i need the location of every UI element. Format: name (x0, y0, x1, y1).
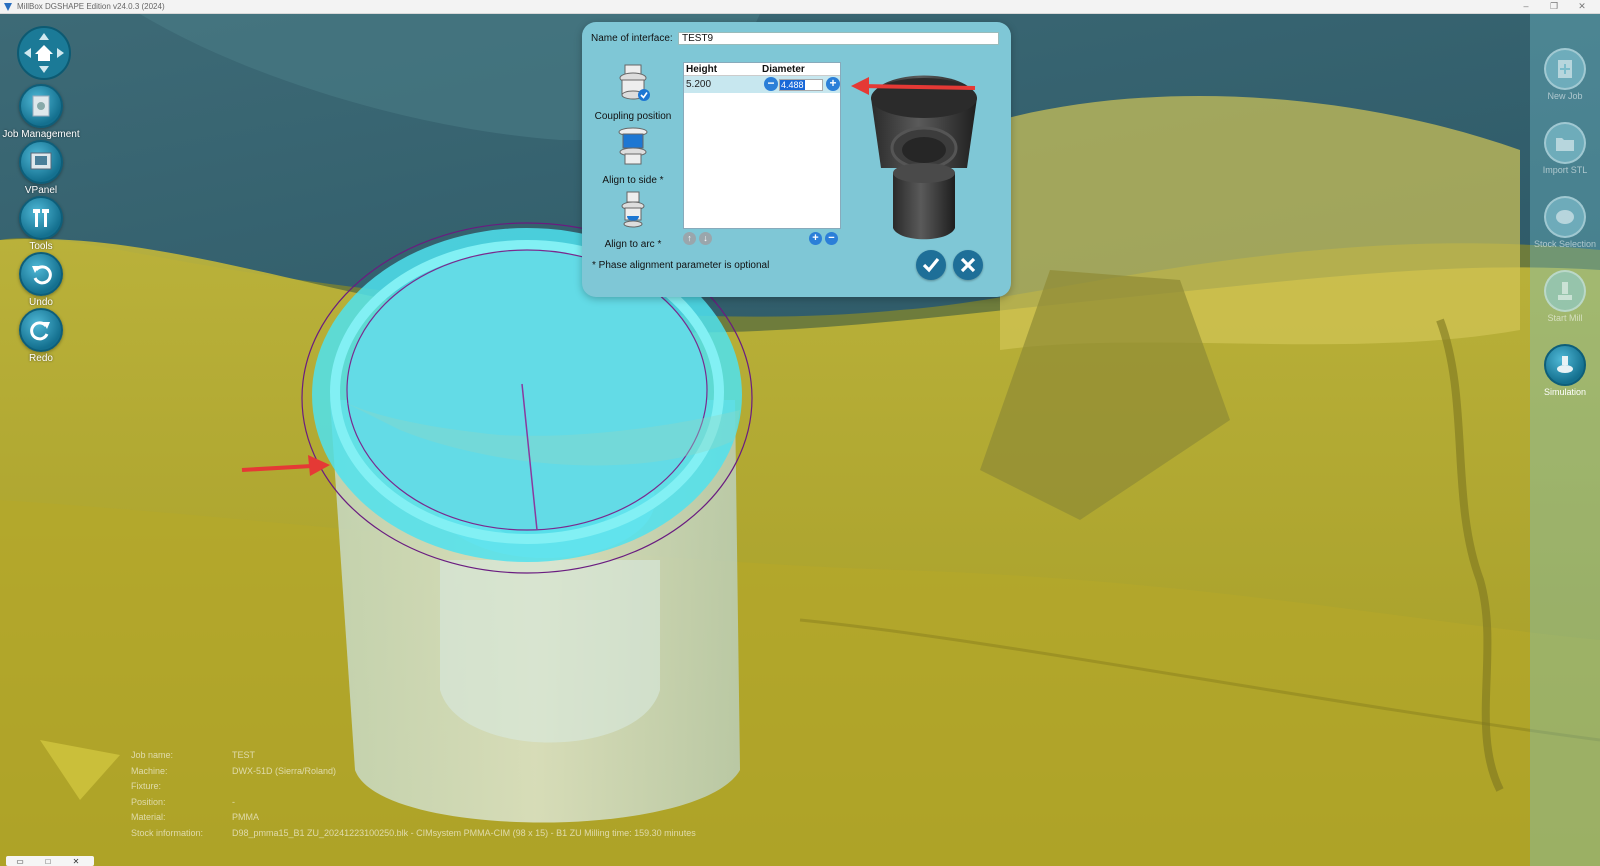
table-row[interactable]: 5.200 − 4.488 + (684, 76, 840, 93)
decrease-diameter-button[interactable]: − (764, 77, 778, 91)
undo-button[interactable]: Undo (0, 252, 82, 308)
remove-row-button[interactable]: − (825, 232, 838, 245)
vpanel-button[interactable]: VPanel (0, 140, 82, 196)
job-info-row: Machine: DWX-51D (Sierra/Roland) (131, 765, 337, 776)
job-info-row: Fixture: (131, 781, 162, 792)
align-to-arc-option[interactable]: Align to arc * (590, 190, 676, 250)
height-cell[interactable]: 5.200 (686, 79, 711, 90)
new-job-label: New Job (1547, 91, 1583, 101)
job-info-row: Job name: TEST (131, 750, 256, 760)
diameter-column-header: Diameter (762, 64, 805, 75)
start-mill-icon (1558, 282, 1572, 300)
simulation-label: Simulation (1543, 387, 1587, 397)
start-mill-button[interactable]: Start Mill (1530, 270, 1600, 323)
interface-preview-image (851, 75, 977, 240)
redo-icon (30, 321, 50, 341)
undo-label: Undo (29, 297, 53, 308)
align-to-side-option[interactable]: Align to side * (590, 126, 676, 186)
coupling-position-icon (619, 64, 650, 101)
redo-button[interactable]: Redo (0, 308, 82, 364)
stock-selection-icon (1556, 210, 1574, 224)
app-logo-icon (4, 2, 12, 11)
phase-alignment-note: * Phase alignment parameter is optional (592, 260, 770, 271)
job-info-row: Material: PMMA (131, 812, 259, 823)
job-management-label: Job Management (2, 129, 80, 140)
stock-selection-label: Stock Selection (1533, 239, 1597, 249)
import-stl-label: Import STL (1542, 165, 1588, 175)
vpanel-icon (30, 152, 52, 170)
confirm-button[interactable] (916, 250, 946, 280)
redo-label: Redo (29, 353, 53, 364)
move-row-down-button[interactable]: ↓ (699, 232, 712, 245)
window-title: MillBox DGSHAPE Edition v24.0.3 (2024) (17, 2, 165, 11)
close-window-button[interactable]: ✕ (1568, 0, 1596, 14)
coupling-position-option[interactable]: Coupling position (590, 62, 676, 122)
undo-icon (32, 265, 52, 285)
new-job-icon (1558, 60, 1572, 78)
new-job-button[interactable]: New Job (1530, 48, 1600, 101)
maximize-button[interactable]: ❐ (1540, 0, 1568, 14)
diameter-input[interactable]: 4.488 (779, 79, 823, 91)
job-info-row: Position: - (131, 796, 235, 807)
align-to-arc-icon (621, 191, 645, 228)
minimized-window-bar[interactable]: ▭ □ ✕ (6, 856, 94, 866)
add-row-button[interactable]: + (809, 232, 822, 245)
tools-button[interactable]: Tools (0, 196, 82, 252)
job-info-row: Stock information: D98_pmma15_B1 ZU_20241… (131, 827, 696, 838)
start-mill-label: Start Mill (1547, 313, 1583, 323)
close-mini-window-button[interactable]: ✕ (62, 857, 90, 866)
tools-label: Tools (29, 241, 53, 252)
title-bar: MillBox DGSHAPE Edition v24.0.3 (2024) –… (0, 0, 1600, 14)
minimize-button[interactable]: – (1512, 0, 1540, 14)
table-header: Height Diameter (684, 63, 840, 76)
restore-window-button[interactable]: ▭ (6, 857, 34, 866)
tools-icon (33, 209, 49, 227)
align-to-arc-label: Align to arc * (604, 239, 662, 250)
interface-dialog: Name of interface: TEST9 Coupling positi… (582, 22, 1011, 297)
increase-diameter-button[interactable]: + (826, 77, 840, 91)
import-stl-button[interactable]: Import STL (1530, 122, 1600, 175)
vpanel-label: VPanel (24, 185, 58, 196)
import-stl-icon (1556, 138, 1574, 151)
right-toolbar: New Job Import STL Stock Selection Start… (1530, 14, 1600, 866)
interface-name-label: Name of interface: (591, 33, 673, 44)
simulation-button[interactable]: Simulation (1530, 344, 1600, 397)
cancel-button[interactable] (953, 250, 983, 280)
move-row-up-button[interactable]: ↑ (683, 232, 696, 245)
stock-selection-button[interactable]: Stock Selection (1530, 196, 1600, 249)
interface-name-input[interactable]: TEST9 (678, 32, 999, 45)
align-to-side-label: Align to side * (602, 175, 664, 186)
align-to-side-icon (618, 127, 648, 165)
coupling-position-label: Coupling position (594, 111, 672, 122)
close-icon (960, 257, 976, 273)
maximize-window-button[interactable]: □ (34, 857, 62, 866)
simulation-icon (1557, 356, 1573, 373)
checkmark-icon (922, 257, 940, 273)
job-info-panel: Job name: TEST Machine: DWX-51D (Sierra/Ro… (131, 750, 731, 844)
job-management-icon (32, 95, 50, 117)
height-diameter-table: Height Diameter 5.200 − 4.488 + (683, 62, 841, 229)
job-management-button[interactable]: Job Management (0, 84, 82, 140)
height-column-header: Height (686, 64, 718, 75)
view-navigation-icon[interactable] (16, 25, 72, 81)
